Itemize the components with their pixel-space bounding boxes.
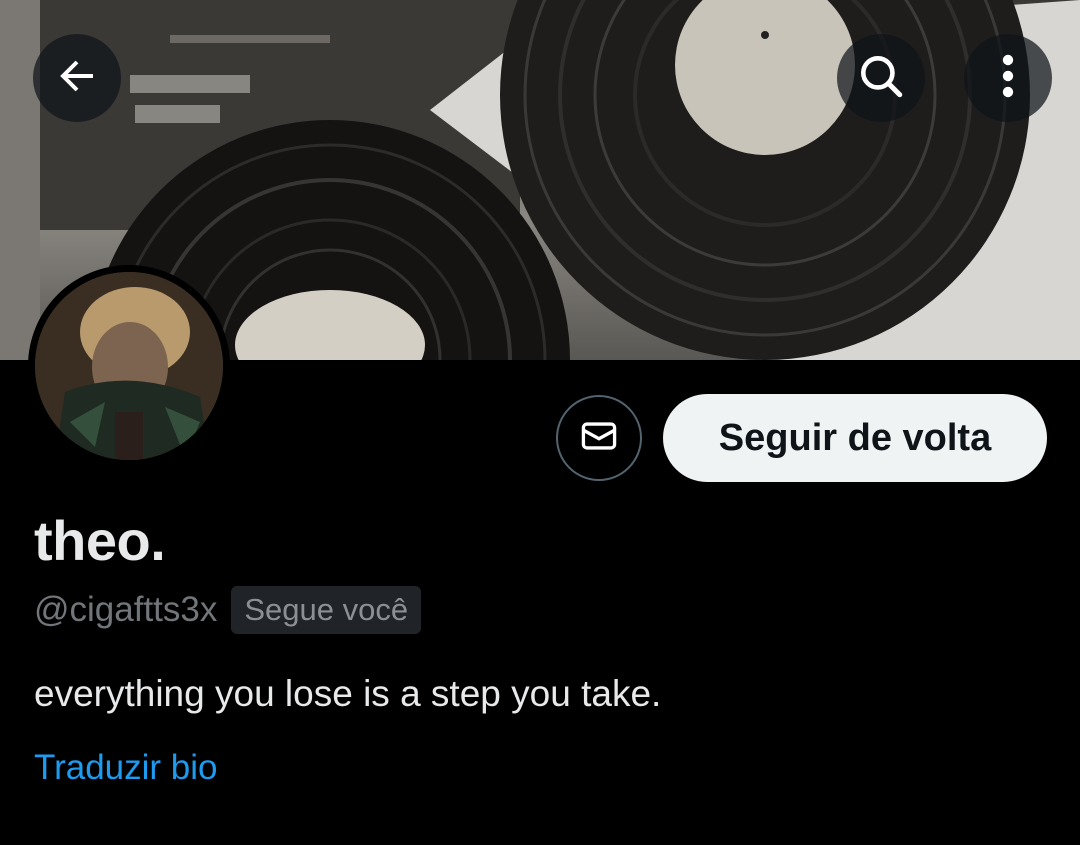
more-vertical-icon (988, 52, 1028, 105)
profile-avatar-photo (35, 272, 223, 460)
avatar[interactable] (28, 265, 230, 467)
profile-handle: @cigaftts3x (34, 590, 218, 629)
search-icon (856, 51, 906, 106)
follow-back-button[interactable]: Seguir de volta (663, 394, 1047, 482)
more-options-button[interactable] (964, 34, 1052, 122)
translate-bio-link[interactable]: Traduzir bio (34, 748, 218, 788)
back-button[interactable] (33, 34, 121, 122)
profile-name: theo. (34, 509, 166, 572)
message-button[interactable] (556, 395, 642, 481)
handle-row: @cigaftts3x Segue você (34, 586, 422, 634)
follows-you-badge: Segue você (231, 586, 422, 634)
profile-bio: everything you lose is a step you take. (34, 673, 662, 714)
search-button[interactable] (837, 34, 925, 122)
envelope-icon (577, 414, 621, 463)
arrow-left-icon (53, 52, 101, 105)
